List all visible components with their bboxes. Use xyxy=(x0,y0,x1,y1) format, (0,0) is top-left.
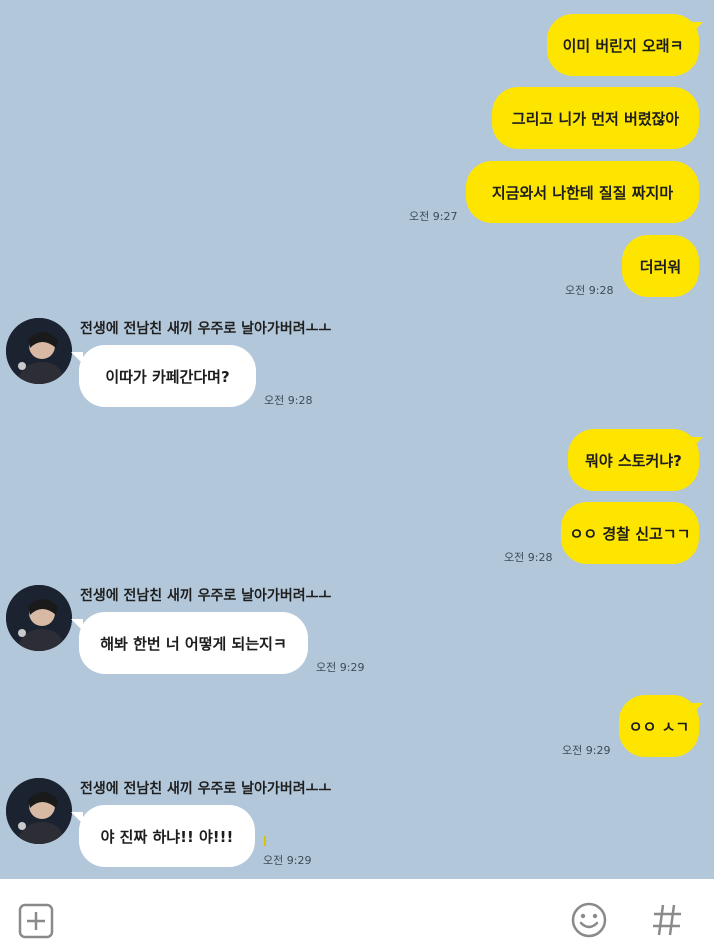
contact-avatar[interactable] xyxy=(6,318,72,384)
message-input-bar[interactable] xyxy=(0,879,714,945)
smiley-icon[interactable] xyxy=(570,901,608,939)
bubble-tail xyxy=(691,437,703,449)
contact-avatar[interactable] xyxy=(6,585,72,651)
message-text: 더러워 xyxy=(639,257,682,276)
message-text: ㅇㅇ 경찰 신고ㄱㄱ xyxy=(569,524,691,543)
message-timestamp: 오전 9:27 xyxy=(409,210,458,223)
contact-name: 전생에 전남친 새끼 우주로 날아가버려ㅗㅗ xyxy=(80,781,332,797)
message-bubble-incoming[interactable]: 야 진짜 하냐!! 야!!! xyxy=(79,805,255,867)
avatar-image xyxy=(6,318,72,384)
plus-square-icon[interactable] xyxy=(18,903,54,939)
contact-name: 전생에 전남친 새끼 우주로 날아가버려ㅗㅗ xyxy=(80,588,332,604)
message-timestamp: 오전 9:29 xyxy=(263,854,312,867)
message-text: 그리고 니가 먼저 버렸잖아 xyxy=(511,109,680,128)
message-timestamp: 오전 9:28 xyxy=(565,284,614,297)
bubble-tail xyxy=(691,703,703,715)
message-bubble-outgoing[interactable]: 그리고 니가 먼저 버렸잖아 xyxy=(492,87,699,149)
message-text: 야 진짜 하냐!! 야!!! xyxy=(100,827,234,846)
avatar-image xyxy=(6,778,72,844)
message-text: 해봐 한번 너 어떻게 되는지ㅋ xyxy=(100,634,287,653)
message-text: 뭐야 스토커냐? xyxy=(585,451,682,470)
unread-marker xyxy=(264,836,266,846)
contact-name: 전생에 전남친 새끼 우주로 날아가버려ㅗㅗ xyxy=(80,321,332,337)
message-text: 이미 버린지 오래ㅋ xyxy=(562,36,684,55)
message-timestamp: 오전 9:29 xyxy=(562,744,611,757)
message-bubble-outgoing[interactable]: ㅇㅇ ㅅㄱ xyxy=(619,695,699,757)
message-bubble-outgoing[interactable]: ㅇㅇ 경찰 신고ㄱㄱ xyxy=(561,502,699,564)
message-bubble-outgoing[interactable]: 더러워 xyxy=(622,235,699,297)
message-text: ㅇㅇ ㅅㄱ xyxy=(628,717,690,736)
bubble-tail xyxy=(71,619,83,631)
message-bubble-incoming[interactable]: 해봐 한번 너 어떻게 되는지ㅋ xyxy=(79,612,308,674)
message-timestamp: 오전 9:28 xyxy=(264,394,313,407)
bubble-tail xyxy=(71,812,83,824)
message-bubble-outgoing[interactable]: 지금와서 나한테 질질 짜지마 xyxy=(466,161,699,223)
message-text: 이따가 카페간다며? xyxy=(105,367,230,386)
message-text: 지금와서 나한테 질질 짜지마 xyxy=(491,183,674,202)
message-timestamp: 오전 9:28 xyxy=(504,551,553,564)
message-timestamp: 오전 9:29 xyxy=(316,661,365,674)
avatar-image xyxy=(6,585,72,651)
hash-icon[interactable] xyxy=(650,901,684,939)
contact-avatar[interactable] xyxy=(6,778,72,844)
bubble-tail xyxy=(691,22,703,34)
message-bubble-outgoing[interactable]: 뭐야 스토커냐? xyxy=(568,429,699,491)
bubble-tail xyxy=(71,352,83,364)
message-bubble-outgoing[interactable]: 이미 버린지 오래ㅋ xyxy=(547,14,699,76)
message-bubble-incoming[interactable]: 이따가 카페간다며? xyxy=(79,345,256,407)
